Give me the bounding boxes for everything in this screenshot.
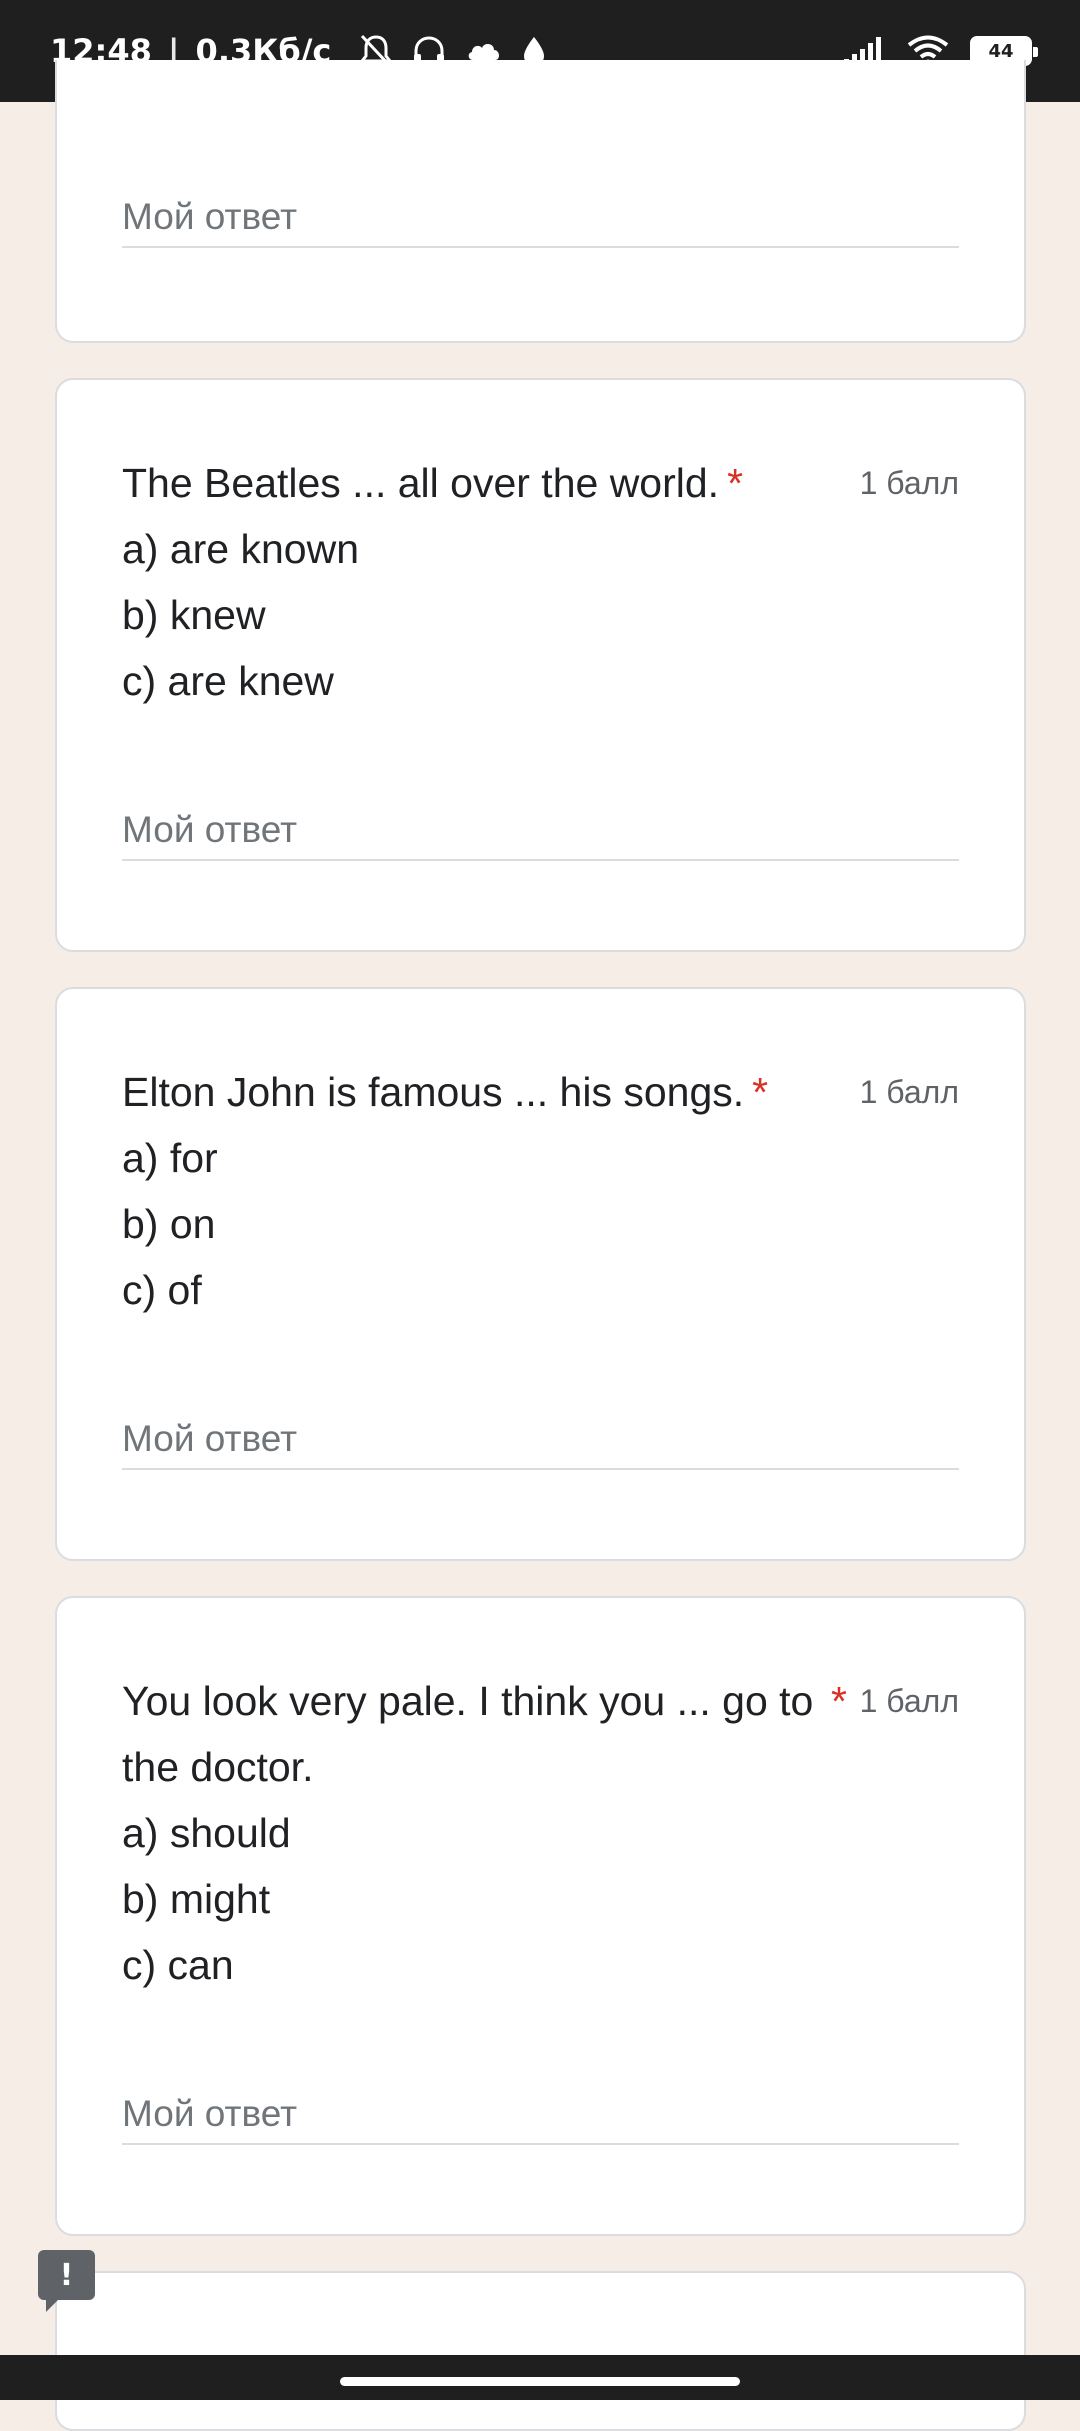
points-label: 1 балл [859, 465, 959, 501]
question-title: The Beatles ... all over the world. * [122, 460, 744, 506]
question-card: Elton John is famous ... his songs. * 1 б… [55, 987, 1026, 1561]
answer-field[interactable] [122, 2085, 959, 2145]
option-text: b) on [122, 1201, 216, 1247]
answer-field[interactable] [122, 801, 959, 861]
option-text: c) are knew [122, 658, 334, 704]
question-content: You look very pale. I think you ... go t… [122, 1668, 959, 1998]
option-text: c) of [122, 1267, 202, 1313]
home-indicator[interactable] [340, 2377, 740, 2386]
option-text: a) for [122, 1135, 218, 1181]
question-content: Elton John is famous ... his songs. * 1 б… [122, 1059, 959, 1323]
question-card-previous [55, 60, 1026, 343]
answer-field[interactable] [122, 188, 959, 248]
report-button[interactable]: ! [38, 2250, 95, 2312]
answer-input[interactable] [122, 188, 959, 246]
answer-field[interactable] [122, 1410, 959, 1470]
required-asterisk: * [727, 460, 744, 506]
points-label: 1 балл [859, 1074, 959, 1110]
navigation-bar [0, 2355, 1080, 2400]
question-title: Elton John is famous ... his songs. * [122, 1069, 769, 1115]
option-text: b) knew [122, 592, 266, 638]
question-content: The Beatles ... all over the world. * 1 б… [122, 450, 959, 714]
required-asterisk: * [752, 1069, 769, 1115]
option-text: b) might [122, 1876, 271, 1922]
option-text: c) can [122, 1942, 234, 1988]
question-card: The Beatles ... all over the world. * 1 б… [55, 378, 1026, 952]
answer-input[interactable] [122, 1410, 959, 1468]
answer-input[interactable] [122, 801, 959, 859]
option-text: a) should [122, 1810, 291, 1856]
option-text: a) are known [122, 526, 360, 572]
question-card-next [55, 2271, 1026, 2431]
answer-input[interactable] [122, 2085, 959, 2143]
required-asterisk: * [831, 1678, 847, 1724]
question-card: You look very pale. I think you ... go t… [55, 1596, 1026, 2236]
points-label: 1 балл [859, 1683, 959, 1719]
